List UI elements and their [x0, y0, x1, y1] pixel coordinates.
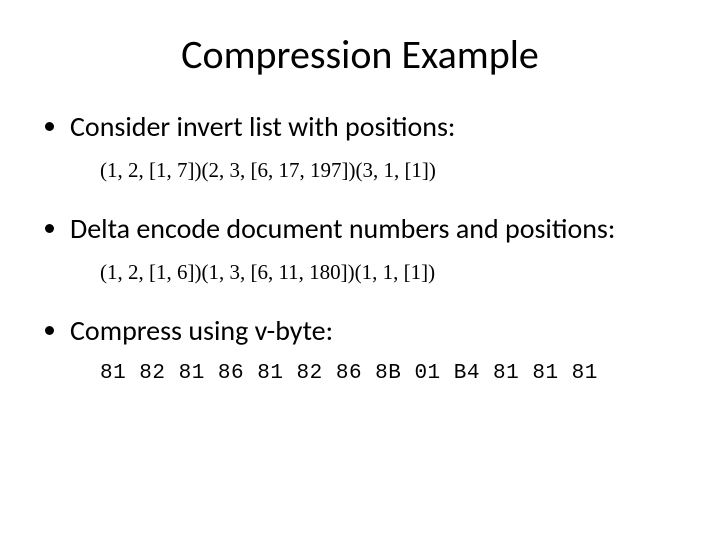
- slide-title: Compression Example: [40, 30, 680, 79]
- bullet-list-2: Delta encode document numbers and positi…: [40, 211, 680, 246]
- bullet-list: Consider invert list with positions:: [40, 109, 680, 144]
- formula-1: (1, 2, [1, 7])(2, 3, [6, 17, 197])(3, 1,…: [100, 158, 680, 183]
- vbyte-hex: 81 82 81 86 81 82 86 8B 01 B4 81 81 81: [100, 362, 680, 385]
- bullet-1: Consider invert list with positions:: [70, 109, 680, 144]
- formula-2: (1, 2, [1, 6])(1, 3, [6, 11, 180])(1, 1,…: [100, 260, 680, 285]
- bullet-list-3: Compress using v-byte:: [40, 313, 680, 348]
- slide: Compression Example Consider invert list…: [0, 0, 720, 540]
- bullet-2: Delta encode document numbers and positi…: [70, 211, 680, 246]
- bullet-3: Compress using v-byte:: [70, 313, 680, 348]
